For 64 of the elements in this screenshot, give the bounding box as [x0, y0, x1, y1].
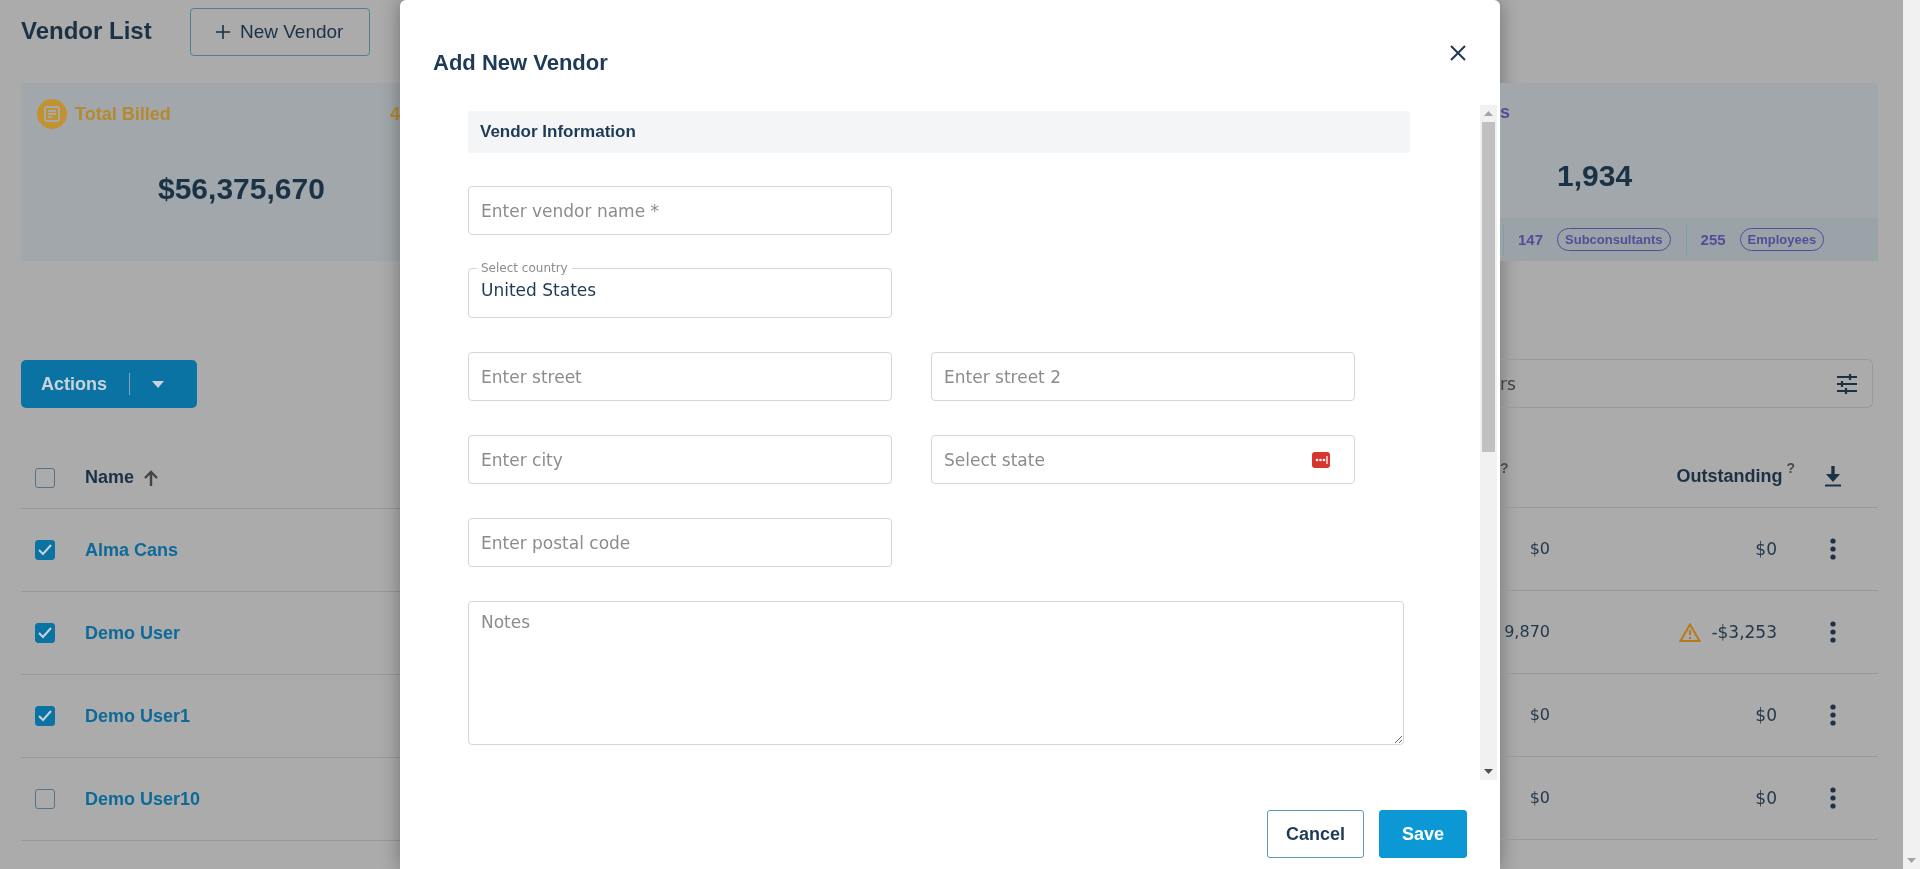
more-icon[interactable]	[1829, 787, 1836, 809]
row-checkbox[interactable]	[35, 706, 55, 726]
state-input[interactable]: Select state	[944, 449, 1312, 470]
download-icon[interactable]	[1823, 466, 1842, 487]
card-label: s	[1500, 103, 1511, 121]
vendor-link[interactable]: Demo User1	[85, 705, 191, 727]
table-cell-text: $0	[1528, 705, 1550, 725]
vendor-count: 1,934	[1557, 159, 1634, 193]
vendor-link[interactable]: Demo User10	[85, 788, 201, 810]
field-label: Select country	[480, 261, 569, 275]
column-header[interactable]: Outstanding	[1676, 466, 1783, 487]
section-header: Vendor Information	[468, 111, 1410, 153]
close-icon[interactable]	[1450, 44, 1466, 61]
help-mark[interactable]: ?	[1500, 460, 1550, 476]
select-value[interactable]: United States	[481, 275, 879, 305]
input-field[interactable]: Enter vendor name *	[468, 186, 892, 235]
table-cell: $0	[1755, 705, 1777, 725]
table-cell: $0	[1755, 539, 1777, 559]
filter-icon[interactable]	[1836, 372, 1858, 395]
input-field[interactable]: Enter street	[468, 352, 892, 401]
plus-icon	[215, 25, 230, 39]
caret-icon	[152, 380, 164, 388]
sort-up-icon[interactable]	[144, 469, 159, 486]
row-checkbox[interactable]	[35, 540, 55, 560]
notes-field[interactable]: Notes	[468, 601, 1404, 745]
scroll-thumb[interactable]	[1482, 122, 1495, 452]
input-field[interactable]: Enter street 2	[931, 352, 1355, 401]
more-icon[interactable]	[1829, 538, 1836, 560]
vendor-link[interactable]: Alma Cans	[85, 539, 179, 561]
card-label: Total Billed	[75, 103, 171, 125]
page-title: Vendor List	[21, 16, 152, 45]
table-cell: $0	[1755, 788, 1777, 808]
column-header[interactable]: Name	[85, 467, 135, 488]
vendor-link[interactable]: Demo User	[85, 622, 181, 644]
select-all-checkbox[interactable]	[35, 467, 55, 488]
document-icon	[37, 99, 67, 129]
card-label: 4	[390, 103, 400, 125]
input-field[interactable]: Enter city	[468, 435, 892, 484]
table-cell: -$3,253	[1711, 622, 1777, 642]
save-button[interactable]: Save	[1378, 810, 1467, 858]
table-cell-text: $0	[1528, 539, 1550, 559]
count: 255	[1700, 231, 1726, 248]
country-select[interactable]: Select country United States	[468, 261, 892, 318]
total-billed-value: $56,375,670	[158, 172, 326, 206]
cancel-button[interactable]: Cancel	[1266, 810, 1364, 858]
table-cell-text: $0	[1528, 788, 1550, 808]
dots-icon[interactable]	[1312, 451, 1330, 468]
search-input[interactable]: rs	[1500, 373, 1836, 394]
state-select[interactable]: Select state	[931, 435, 1355, 484]
search-field[interactable]: rs	[1500, 359, 1873, 408]
more-icon[interactable]	[1829, 704, 1836, 726]
input-field[interactable]: Enter postal code	[468, 518, 892, 567]
row-checkbox[interactable]	[35, 789, 55, 809]
table-cell-text: 9,870	[1503, 622, 1550, 642]
actions-button[interactable]: Actions	[21, 360, 197, 408]
count: 147	[1518, 231, 1544, 248]
dialog-title: Add New Vendor	[433, 49, 608, 76]
row-checkbox[interactable]	[35, 623, 55, 643]
scrollbar[interactable]	[1480, 105, 1497, 780]
scroll-down-icon[interactable]	[1484, 769, 1493, 774]
more-icon[interactable]	[1829, 621, 1836, 643]
new-vendor-button[interactable]: New Vendor	[189, 8, 370, 56]
help-mark[interactable]: ?	[1786, 460, 1795, 476]
scrollbar[interactable]	[1903, 0, 1920, 869]
